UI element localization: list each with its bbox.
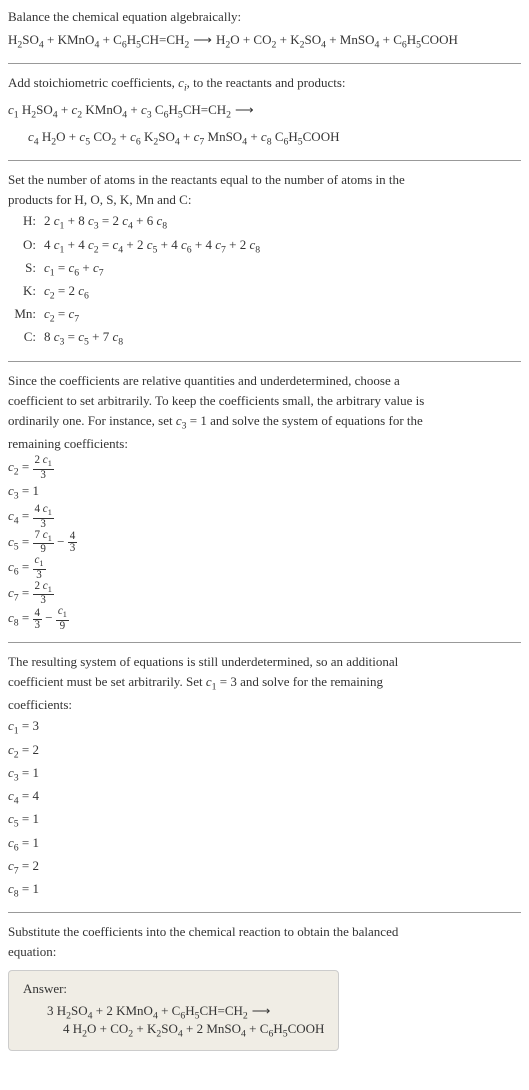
atom-label: S: [8,258,44,281]
intro-text: Balance the chemical equation algebraica… [8,8,521,26]
system-row: K: c2 = 2 c6 [8,281,521,304]
coef-line: c2 = 2 [8,740,521,763]
coef-line: c4 = 4 [8,786,521,809]
atom-eq: c2 = c7 [44,304,521,327]
coef-line: c3 = 1 [8,763,521,786]
atom-eq: c1 = c6 + c7 [44,258,521,281]
coef-line: c1 = 3 [8,716,521,739]
coef-line: c6 = c13 [8,555,521,581]
answer-label: Answer: [23,981,324,997]
stoich-equation-line1: c1 H2SO4 + c2 KMnO4 + c3 C6H5CH=CH2⟶ [8,100,521,123]
coef-block-2: c1 = 3 c2 = 2 c3 = 1 c4 = 4 c5 = 1 c6 = … [8,716,521,902]
final-line2: equation: [8,943,521,961]
answer-eq-line1: 3 H2SO4 + 2 KMnO4 + C6H5CH=CH2⟶ [23,1003,324,1022]
atom-label: H: [8,211,44,234]
atoms-intro-2: products for H, O, S, K, Mn and C: [8,191,521,209]
atom-eq: 8 c3 = c5 + 7 c8 [44,327,521,350]
answer-eq-line2: 4 H2O + CO2 + K2SO4 + 2 MnSO4 + C6H5COOH [23,1021,324,1040]
stoich-section: Add stoichiometric coefficients, ci, to … [8,74,521,150]
system-row: O: 4 c1 + 4 c2 = c4 + 2 c5 + 4 c6 + 4 c7… [8,235,521,258]
system-row: C: 8 c3 = c5 + 7 c8 [8,327,521,350]
coef-line: c7 = 2 c13 [8,581,521,607]
atom-eq: 4 c1 + 4 c2 = c4 + 2 c5 + 4 c6 + 4 c7 + … [44,235,521,258]
atom-label: C: [8,327,44,350]
divider [8,160,521,161]
system-row: H: 2 c1 + 8 c3 = 2 c4 + 6 c8 [8,211,521,234]
divider [8,642,521,643]
atoms-system: H: 2 c1 + 8 c3 = 2 c4 + 6 c8 O: 4 c1 + 4… [8,211,521,350]
atom-label: O: [8,235,44,258]
final-line1: Substitute the coefficients into the che… [8,923,521,941]
underdet2-line1: The resulting system of equations is sti… [8,653,521,671]
system-row: Mn: c2 = c7 [8,304,521,327]
intro-equation: H2SO4 + KMnO4 + C6H5CH=CH2⟶H2O + CO2 + K… [8,30,521,53]
atom-eq: 2 c1 + 8 c3 = 2 c4 + 6 c8 [44,211,521,234]
atom-eq: c2 = 2 c6 [44,281,521,304]
coef-line: c5 = 7 c19 − 43 [8,530,521,556]
atoms-section: Set the number of atoms in the reactants… [8,171,521,351]
coef-line: c2 = 2 c13 [8,455,521,481]
divider [8,912,521,913]
coef-line: c8 = 43 − c19 [8,606,521,632]
underdet1-section: Since the coefficients are relative quan… [8,372,521,632]
coef-line: c4 = 4 c13 [8,504,521,530]
underdet1-line3: ordinarily one. For instance, set c3 = 1… [8,412,521,433]
atoms-intro-1: Set the number of atoms in the reactants… [8,171,521,189]
answer-box: Answer: 3 H2SO4 + 2 KMnO4 + C6H5CH=CH2⟶ … [8,970,339,1051]
divider [8,63,521,64]
atom-label: K: [8,281,44,304]
divider [8,361,521,362]
coef-block-1: c2 = 2 c13 c3 = 1 c4 = 4 c13 c5 = 7 c19 … [8,455,521,631]
coef-line: c8 = 1 [8,879,521,902]
system-row: S: c1 = c6 + c7 [8,258,521,281]
underdet1-line1: Since the coefficients are relative quan… [8,372,521,390]
stoich-equation-line2: c4 H2O + c5 CO2 + c6 K2SO4 + c7 MnSO4 + … [8,127,521,150]
underdet2-line3: coefficients: [8,696,521,714]
underdet1-line4: remaining coefficients: [8,435,521,453]
final-section: Substitute the coefficients into the che… [8,923,521,1051]
underdet1-line2: coefficient to set arbitrarily. To keep … [8,392,521,410]
stoich-intro: Add stoichiometric coefficients, ci, to … [8,74,521,95]
coef-line: c7 = 2 [8,856,521,879]
coef-line: c3 = 1 [8,481,521,504]
underdet2-line2: coefficient must be set arbitrarily. Set… [8,673,521,694]
underdet2-section: The resulting system of equations is sti… [8,653,521,902]
atom-label: Mn: [8,304,44,327]
intro-section: Balance the chemical equation algebraica… [8,8,521,53]
coef-line: c5 = 1 [8,809,521,832]
coef-line: c6 = 1 [8,833,521,856]
